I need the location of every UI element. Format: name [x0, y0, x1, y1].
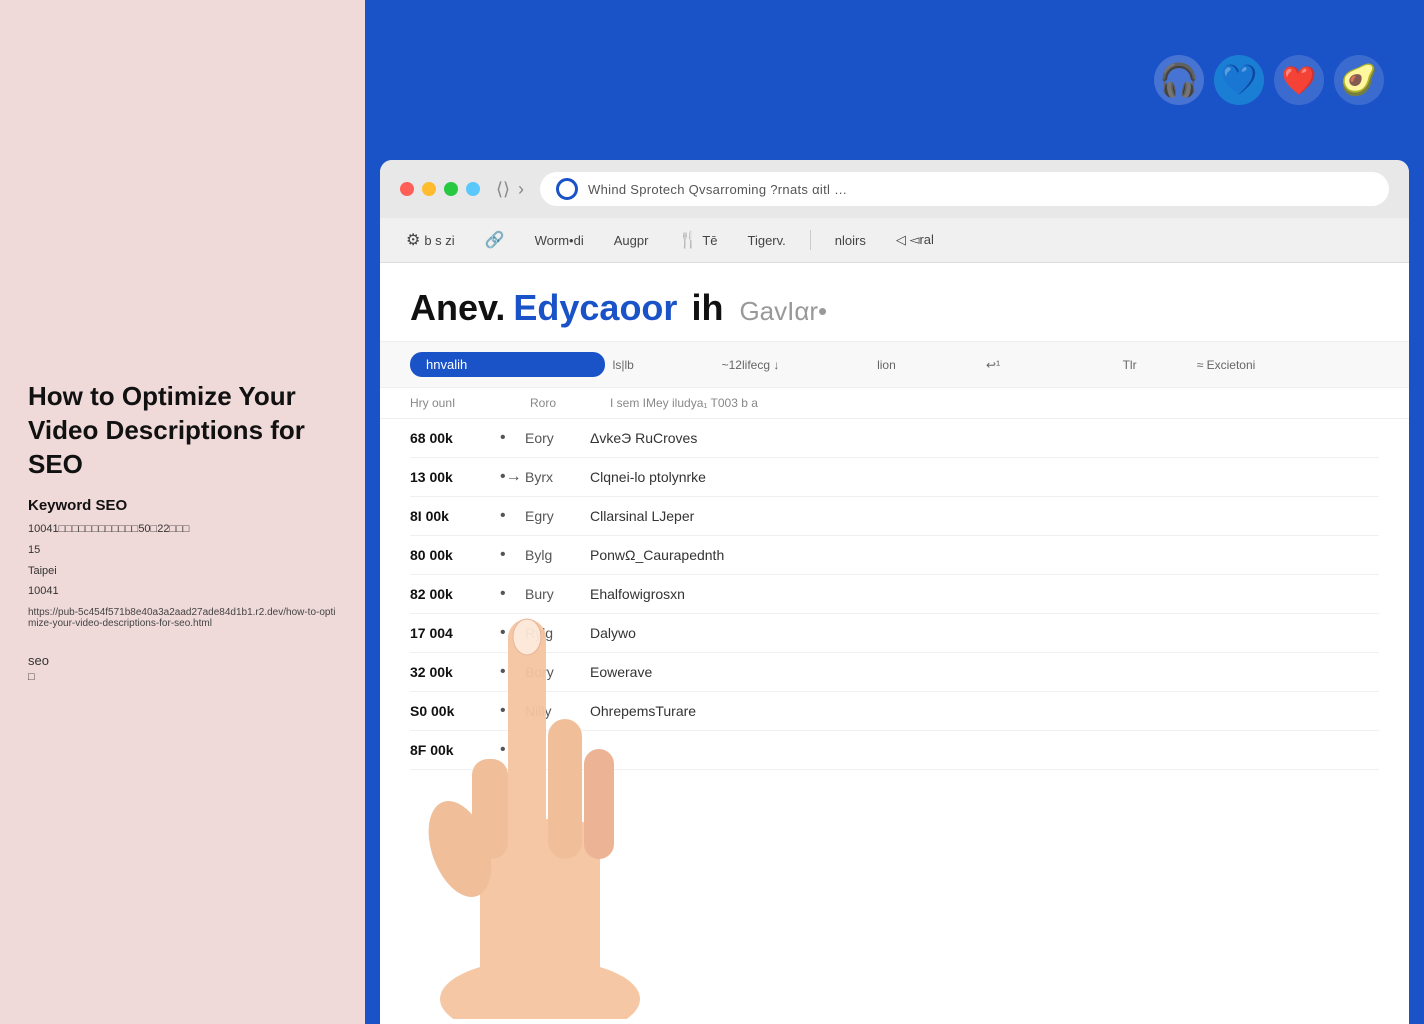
meta-line-2: 15: [28, 541, 337, 560]
row-desc: Cllarsinal LJeper: [590, 508, 1379, 524]
row-desc: PonwΩ_Caurapednth: [590, 547, 1379, 563]
link-icon: 🔗: [485, 230, 505, 250]
toolbar-label-ural: ◁ ◅ral: [896, 232, 934, 248]
subheader-col3: I sem IMey iludya₁ T003 b a: [610, 396, 1379, 410]
col-header-1: hnvalih: [410, 352, 605, 377]
extra-button[interactable]: [466, 182, 480, 196]
meta-line-1: 10041□□□□□□□□□□□□50□22□□□: [28, 520, 337, 539]
page-header: Anev. Edycaoor ih GavIαr•: [380, 263, 1409, 329]
toolbar-item-tiger[interactable]: Tigerv.: [742, 229, 792, 252]
toolbar-label-settings: b s zi: [424, 233, 454, 248]
row-desc: ΔvkeЭ RuCroves: [590, 430, 1379, 446]
hand-illustration: [400, 519, 680, 1024]
table-subheader: Hry ounI Roro I sem IMey iludya₁ T003 b …: [380, 388, 1409, 419]
browser-content: Anev. Edycaoor ih GavIαr• hnvalih ls|lb …: [380, 263, 1409, 1024]
row-desc: Dalywo: [590, 625, 1379, 641]
close-button[interactable]: [400, 182, 414, 196]
address-text: Whind Sprotech Qvsarroming ?rnats αitl …: [588, 182, 847, 197]
traffic-lights: [400, 182, 480, 196]
maximize-button[interactable]: [444, 182, 458, 196]
article-title: How to Optimize Your Video Descriptions …: [28, 380, 337, 481]
title-part2: Edycaoor: [513, 287, 677, 329]
row-name: Byrx: [525, 469, 590, 485]
icon-heart-red: ❤️: [1274, 55, 1324, 105]
fork-icon: 🍴: [678, 230, 698, 250]
row-dot: •: [500, 429, 525, 447]
keyword-label: Keyword SEO: [28, 497, 337, 514]
row-desc: OhrepemsTurare: [590, 703, 1379, 719]
browser-logo-icon: [556, 178, 578, 200]
table-header: hnvalih ls|lb ~12lifecg ↓ lion ↩¹ Tlr ≈ …: [380, 341, 1409, 388]
col-header-5: ↩¹: [978, 358, 1064, 372]
toolbar-item-te[interactable]: 🍴 Tē: [672, 226, 723, 254]
minimize-button[interactable]: [422, 182, 436, 196]
forward-icon[interactable]: ›: [518, 179, 524, 200]
toolbar-item-ural[interactable]: ◁ ◅ral: [890, 228, 940, 252]
meta-line-4: 10041: [28, 582, 337, 601]
toolbar-label-augpr: Augpr: [614, 233, 649, 248]
icon-avocado: 🥑: [1334, 55, 1384, 105]
toolbar-item-link[interactable]: 🔗: [479, 226, 511, 254]
settings-icon: ⚙: [406, 230, 420, 250]
row-num: 68 00k: [410, 430, 500, 446]
row-desc: Ehalfowigrosxn: [590, 586, 1379, 602]
tag-icon: □: [28, 668, 337, 687]
row-dot: •→: [500, 468, 525, 486]
browser-toolbar: ⚙ b s zi 🔗 Worm•di Augpr 🍴 Tē Tigerv. nl…: [380, 218, 1409, 263]
row-desc: Clqnei-lo ptolynrke: [590, 469, 1379, 485]
col-header-3: ~12lifecg ↓: [714, 358, 869, 372]
browser-chrome: ⟨⟩ › Whind Sprotech Qvsarroming ?rnats α…: [380, 160, 1409, 218]
col-header-2: ls|lb: [605, 358, 714, 372]
subheader-col1: Hry ounI: [410, 396, 510, 410]
article-url: https://pub-5c454f571b8e40a3a2aad27ade84…: [28, 607, 337, 629]
title-part1: Anev.: [410, 287, 505, 329]
row-name: Eory: [525, 430, 590, 446]
toolbar-label-tiger: Tigerv.: [748, 233, 786, 248]
row-desc: Eowerave: [590, 664, 1379, 680]
title-part3: ih: [691, 287, 723, 329]
address-bar[interactable]: Whind Sprotech Qvsarroming ?rnats αitl …: [540, 172, 1389, 206]
icon-headphones: 🎧: [1154, 55, 1204, 105]
toolbar-divider: [810, 230, 811, 250]
subheader-col2: Roro: [530, 396, 590, 410]
toolbar-item-settings[interactable]: ⚙ b s zi: [400, 226, 461, 254]
right-panel: 🎧 💙 ❤️ 🥑 ⟨⟩ › Whind Sprotech Qvsarroming…: [365, 0, 1424, 1024]
toolbar-label-nloirs: nloirs: [835, 233, 866, 248]
top-icons-bar: 🎧 💙 ❤️ 🥑: [365, 0, 1424, 160]
toolbar-label-te: Tē: [702, 233, 717, 248]
col-header-8: ≈ Excietoni: [1189, 358, 1379, 372]
tag-label: seo: [28, 653, 337, 668]
left-sidebar: How to Optimize Your Video Descriptions …: [0, 0, 365, 1024]
toolbar-item-nloirs[interactable]: nloirs: [829, 229, 872, 252]
col-header-4: lion: [869, 358, 978, 372]
page-title: Anev. Edycaoor ih GavIαr•: [410, 287, 1379, 329]
toolbar-item-wormd[interactable]: Worm•di: [529, 229, 590, 252]
browser-window: ⟨⟩ › Whind Sprotech Qvsarroming ?rnats α…: [380, 160, 1409, 1024]
toolbar-label-wormd: Worm•di: [535, 233, 584, 248]
back-icon[interactable]: ⟨⟩: [496, 179, 510, 200]
col-header-7: Tlr: [1115, 358, 1189, 372]
row-num: 13 00k: [410, 469, 500, 485]
title-sub: GavIαr•: [739, 296, 827, 327]
meta-line-3: Taipei: [28, 562, 337, 581]
nav-controls: ⟨⟩ ›: [496, 179, 524, 200]
toolbar-item-augpr[interactable]: Augpr: [608, 229, 655, 252]
table-row: 13 00k •→ Byrx Clqnei-lo ptolynrke: [410, 458, 1379, 497]
icon-heart-blue: 💙: [1214, 55, 1264, 105]
table-row: 68 00k • Eory ΔvkeЭ RuCroves: [410, 419, 1379, 458]
